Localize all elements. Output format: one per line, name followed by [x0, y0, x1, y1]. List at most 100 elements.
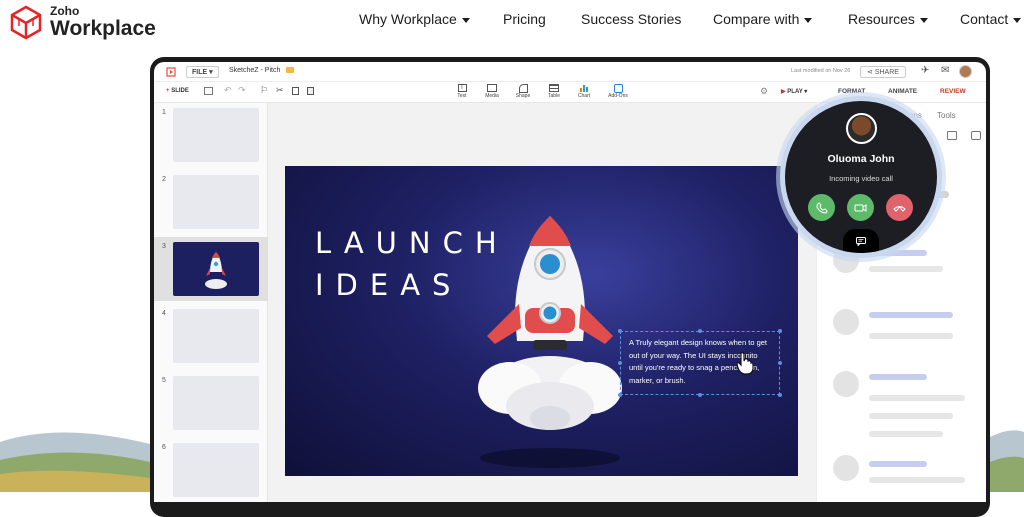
- slide-preview: [173, 309, 259, 363]
- tool-table[interactable]: Table: [544, 82, 564, 99]
- document-title[interactable]: SketcheZ - Pitch: [229, 67, 280, 74]
- add-slide-label: SLIDE: [171, 88, 189, 94]
- slide-number: 5: [162, 377, 166, 384]
- slide-canvas: LAUNCH IDEAS: [268, 103, 816, 502]
- resize-handle[interactable]: [778, 361, 782, 365]
- tab-format[interactable]: FORMAT: [838, 88, 865, 95]
- slide-thumbnail[interactable]: 1: [154, 103, 268, 167]
- top-nav: Zoho Workplace Why Workplace Pricing Suc…: [0, 0, 1024, 44]
- tool-add-ons[interactable]: Add-Ons: [606, 82, 630, 99]
- chevron-down-icon: [804, 18, 812, 23]
- nav-contact-label: Contact: [960, 11, 1008, 27]
- app-header: FILE ▾ SketcheZ - Pitch Last modified on…: [154, 62, 986, 82]
- tool-chart[interactable]: Chart: [574, 82, 594, 99]
- slide-text-box[interactable]: A Truly elegant design knows when to get…: [620, 331, 780, 395]
- file-menu-label: FILE: [192, 69, 207, 76]
- slide-thumbnail-active[interactable]: 3: [154, 237, 268, 301]
- nav-why-workplace[interactable]: Why Workplace: [359, 11, 470, 27]
- slide-preview: [173, 376, 259, 430]
- print-icon[interactable]: [947, 131, 957, 140]
- tool-text[interactable]: T Text: [452, 82, 472, 99]
- mail-icon[interactable]: ✉: [941, 65, 949, 76]
- resize-handle[interactable]: [618, 329, 622, 333]
- panel-tools-label[interactable]: Tools: [937, 111, 956, 120]
- tab-review[interactable]: REVIEW: [940, 88, 966, 95]
- layout-icon[interactable]: [204, 87, 213, 95]
- slide-main[interactable]: LAUNCH IDEAS: [285, 166, 798, 476]
- table-icon: [549, 84, 559, 92]
- file-menu-button[interactable]: FILE ▾: [186, 66, 219, 78]
- slide-panel: 1 2 3 4 5 6: [154, 103, 268, 502]
- hand-cursor-icon: [735, 351, 755, 375]
- resize-handle[interactable]: [698, 329, 702, 333]
- nav-compare-with[interactable]: Compare with: [713, 11, 812, 27]
- nav-compare-with-label: Compare with: [713, 11, 799, 27]
- play-label: PLAY: [787, 89, 802, 95]
- paint-format-icon[interactable]: ⚐: [260, 85, 268, 96]
- tool-media[interactable]: Media: [482, 82, 502, 99]
- tool-chart-label: Chart: [574, 93, 594, 99]
- present-icon[interactable]: ✈: [921, 65, 929, 76]
- comment-icon[interactable]: [971, 131, 981, 140]
- plus-icon: +: [166, 88, 170, 94]
- slide-preview: [173, 443, 259, 497]
- play-button[interactable]: ▶ PLAY ▾: [781, 88, 807, 95]
- slide-number: 3: [162, 243, 166, 250]
- slide-thumbnail[interactable]: 6: [154, 438, 268, 502]
- slide-thumbnail[interactable]: 4: [154, 304, 268, 368]
- tool-media-label: Media: [482, 93, 502, 99]
- slide-number: 6: [162, 444, 166, 451]
- caller-avatar: [846, 113, 877, 144]
- copy-icon[interactable]: [292, 87, 299, 95]
- tool-text-label: Text: [452, 93, 472, 99]
- call-chat-button[interactable]: [843, 229, 879, 253]
- incoming-call-popup[interactable]: Oluoma John Incoming video call: [780, 96, 942, 258]
- share-button[interactable]: ⋖ SHARE: [860, 66, 906, 78]
- resize-handle[interactable]: [618, 361, 622, 365]
- video-camera-icon: [854, 203, 867, 213]
- add-ons-icon: [614, 84, 623, 93]
- last-modified-text: Last modified on Nov 26: [791, 68, 850, 74]
- resize-handle[interactable]: [618, 393, 622, 397]
- tool-shape[interactable]: Shape: [513, 82, 533, 99]
- slide-number: 4: [162, 310, 166, 317]
- nav-resources[interactable]: Resources: [848, 11, 928, 27]
- call-status: Incoming video call: [785, 174, 937, 183]
- text-icon: T: [458, 84, 467, 92]
- slide-number: 1: [162, 109, 166, 116]
- slide-thumbnail[interactable]: 2: [154, 170, 268, 234]
- add-slide-button[interactable]: + SLIDE: [166, 88, 189, 94]
- decline-call-button[interactable]: [886, 194, 913, 221]
- accept-video-call-button[interactable]: [847, 194, 874, 221]
- slide-preview: [173, 175, 259, 229]
- settings-icon[interactable]: ⚙: [760, 86, 768, 97]
- slide-preview: [173, 242, 259, 296]
- slide-preview: [173, 108, 259, 162]
- nav-success-stories[interactable]: Success Stories: [581, 11, 681, 27]
- tool-table-label: Table: [544, 93, 564, 99]
- chart-icon: [579, 84, 589, 92]
- undo-icon[interactable]: ↶: [224, 85, 232, 96]
- paste-icon[interactable]: [307, 87, 314, 95]
- phone-icon: [816, 202, 828, 214]
- resize-handle[interactable]: [698, 393, 702, 397]
- user-avatar[interactable]: [959, 65, 972, 78]
- app-logo-icon: [166, 67, 176, 77]
- nav-pricing[interactable]: Pricing: [503, 11, 546, 27]
- hang-up-icon: [893, 204, 906, 212]
- chevron-down-icon: [1013, 18, 1021, 23]
- cut-icon[interactable]: ✂: [276, 85, 284, 96]
- rocket-illustration: [465, 206, 635, 476]
- tab-animate[interactable]: ANIMATE: [888, 88, 917, 95]
- nav-contact[interactable]: Contact: [960, 11, 1021, 27]
- rocket-thumbnail-icon: [173, 242, 259, 296]
- redo-icon[interactable]: ↷: [238, 85, 246, 96]
- chevron-down-icon: [462, 18, 470, 23]
- accept-audio-call-button[interactable]: [808, 194, 835, 221]
- slide-thumbnail[interactable]: 5: [154, 371, 268, 435]
- tool-shape-label: Shape: [513, 93, 533, 99]
- nav-why-workplace-label: Why Workplace: [359, 11, 457, 27]
- resize-handle[interactable]: [778, 393, 782, 397]
- resize-handle[interactable]: [778, 329, 782, 333]
- caller-name: Oluoma John: [785, 153, 937, 165]
